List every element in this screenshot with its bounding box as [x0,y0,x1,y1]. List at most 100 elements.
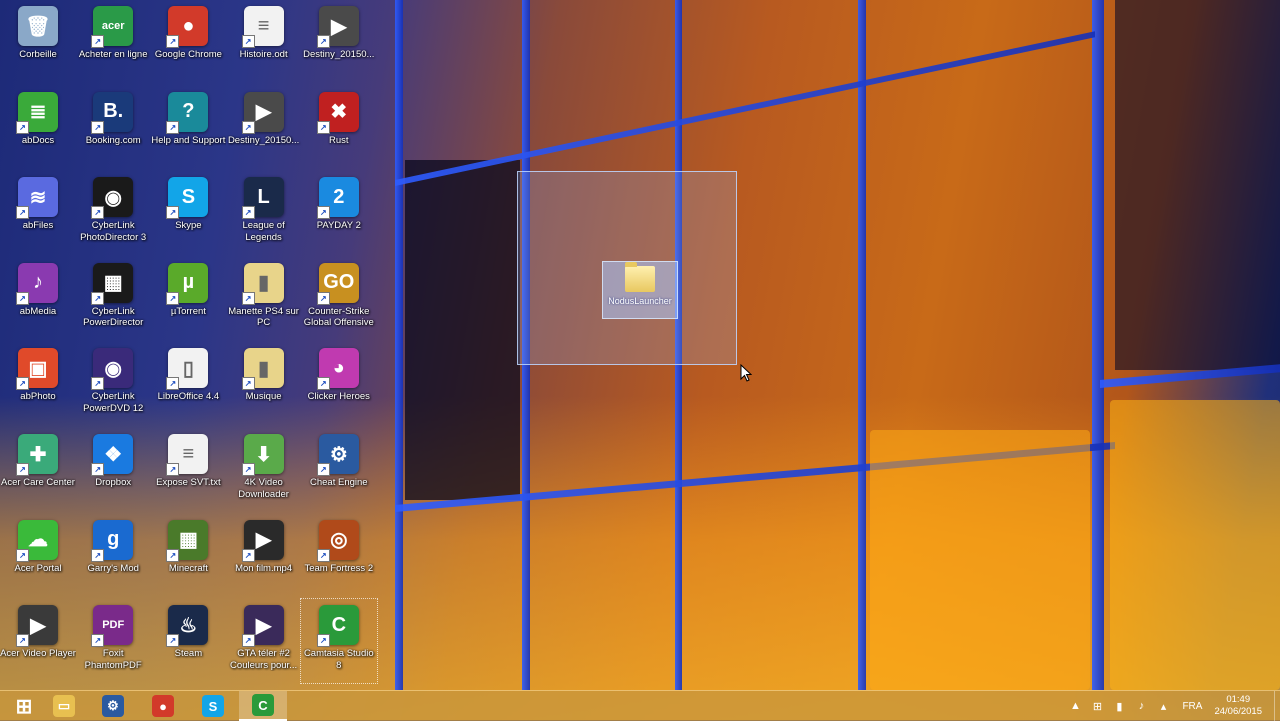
desktop-icon[interactable]: ✚ ↗ Acer Care Center [0,428,76,512]
show-desktop-button[interactable] [1274,691,1280,721]
desktop-icon[interactable]: µ ↗ µTorrent [150,257,226,341]
desktop-icon[interactable]: ♨ ↗ Steam [150,599,226,683]
desktop-icon-label: Minecraft [168,562,208,574]
desktop-icon[interactable]: 🗑 Corbeille [0,0,76,84]
desktop-icon[interactable]: ⚙ ↗ Cheat Engine [301,428,377,512]
shortcut-arrow-icon: ↗ [241,377,255,391]
desktop-icon[interactable]: ◕ ↗ Clicker Heroes [301,342,377,426]
desktop-icon-label: Destiny_20150... [227,134,300,146]
shortcut-arrow-icon: ↗ [241,463,255,476]
taskbar-camtasia[interactable]: C [239,691,287,721]
desktop-icon-label: CyberLink PhotoDirector 3 [80,220,147,243]
clock[interactable]: 01:49 24/06/2015 [1214,694,1262,718]
desktop-icon[interactable]: ▶ ↗ GTA téler #2 Couleurs pour... [226,599,302,683]
desktop-icon[interactable]: B. ↗ Booking.com [75,86,151,170]
chevron-up-icon[interactable]: ▲ [1067,698,1083,714]
taskbar-file-explorer[interactable]: ▭ [40,691,88,721]
taskbar-chrome[interactable]: ● [139,691,187,721]
desktop-icon[interactable]: g ↗ Garry's Mod [75,514,151,598]
shortcut-arrow-icon: ↗ [91,548,105,562]
desktop-icon[interactable]: ☁ ↗ Acer Portal [0,514,76,598]
csgo-icon: GO ↗ [316,262,359,305]
desktop-icon[interactable]: ≋ ↗ abFiles [0,171,76,255]
desktop-icon[interactable]: ▶ ↗ Mon film.mp4 [226,514,302,598]
desktop-icon[interactable]: ▶ ↗ Destiny_20150... [226,86,302,170]
desktop-icon-label: Clicker Heroes [307,391,370,403]
shortcut-arrow-icon: ↗ [316,120,330,134]
shortcut-arrow-icon: ↗ [16,634,29,648]
desktop-icon[interactable]: ▮ ↗ Musique [226,342,302,426]
desktop-icon[interactable]: ≡ ↗ Histoire.odt [226,0,302,84]
windows-flag-icon[interactable]: ⊞ [1089,698,1105,714]
shortcut-arrow-icon: ↗ [316,377,330,391]
league-of-legends-icon: L ↗ [241,177,284,220]
dragged-item-noduslauncher[interactable]: NodusLauncher [602,261,678,319]
libreoffice-icon: ▯ ↗ [166,348,209,391]
desktop-icon[interactable]: ? ↗ Help and Support [150,86,226,170]
desktop-icon[interactable]: ◉ ↗ CyberLink PhotoDirector 3 [75,171,151,255]
shortcut-arrow-icon: ↗ [91,35,105,48]
desktop-icon[interactable]: ≣ ↗ abDocs [0,86,76,170]
desktop-icon-label: 4K Video Downloader [238,477,289,500]
desktop-icon[interactable]: ♪ ↗ abMedia [0,257,76,341]
taskbar-cheat-engine[interactable]: ⚙ [89,691,137,721]
abmedia-icon: ♪ ↗ [16,262,58,305]
shortcut-arrow-icon: ↗ [316,35,330,48]
desktop-icon[interactable]: ≡ ↗ Expose SVT.txt [150,428,226,512]
desktop-icon-label: Cheat Engine [310,477,368,488]
minecraft-icon: ▦ ↗ [166,519,209,562]
desktop-icon[interactable]: C ↗ Camtasia Studio 8 [299,598,378,685]
video-file-icon: ▶ ↗ [241,605,284,648]
skype-icon: S ↗ [166,177,209,220]
shortcut-arrow-icon: ↗ [166,35,180,48]
desktop-icon[interactable]: ⬇ ↗ 4K Video Downloader [226,428,302,512]
shortcut-arrow-icon: ↗ [91,206,105,220]
desktop-icon[interactable]: S ↗ Skype [150,171,226,255]
desktop-icon[interactable]: ◎ ↗ Team Fortress 2 [301,514,377,598]
desktop-icon[interactable]: ▮ ↗ Manette PS4 sur PC [226,257,302,341]
shortcut-arrow-icon: ↗ [16,463,29,476]
desktop-icon-label: µTorrent [170,305,206,317]
cheat-engine-icon: ⚙ [102,695,124,717]
video-file-icon: ▶ ↗ [241,91,284,134]
desktop-icon[interactable]: ▦ ↗ CyberLink PowerDirector [75,257,151,341]
desktop-icon[interactable]: acer ↗ Acheter en ligne [75,0,151,84]
powerdvd-icon: ◉ ↗ [91,348,134,391]
desktop-icon[interactable]: ▶ ↗ Acer Video Player [0,599,76,683]
acer-care-icon: ✚ ↗ [16,434,58,476]
folder-icon: ▮ ↗ [241,262,284,305]
desktop-icon[interactable]: PDF ↗ Foxit PhantomPDF [75,599,151,683]
shortcut-arrow-icon: ↗ [316,291,330,305]
desktop-icon[interactable]: L ↗ League of Legends [226,171,302,255]
garrys-mod-icon: g ↗ [91,519,134,562]
shortcut-arrow-icon: ↗ [241,120,255,134]
signal-icon[interactable]: ▴ [1155,698,1171,714]
desktop-icon-label: Expose SVT.txt [156,477,221,488]
input-language[interactable]: FRA [1182,701,1202,712]
volume-icon[interactable]: ♪ [1133,698,1149,714]
shortcut-arrow-icon: ↗ [316,548,330,562]
desktop-icon[interactable]: 2 ↗ PAYDAY 2 [301,171,377,255]
taskbar: ⊞ ▭ ⚙ ● S C ▲ ⊞ ▮ ♪ ▴ FRA 01:49 24/06/2015 [0,690,1280,721]
desktop-icon[interactable]: ▦ ↗ Minecraft [150,514,226,598]
4k-downloader-icon: ⬇ ↗ [241,434,284,476]
desktop-icon[interactable]: ● ↗ Google Chrome [150,0,226,84]
desktop-icon-label: Dropbox [95,477,132,488]
file-explorer-icon: ▭ [53,695,75,717]
desktop-icon-label: Corbeille [19,49,57,60]
desktop-icon[interactable]: GO ↗ Counter-Strike Global Offensive [301,257,377,341]
desktop-icon[interactable]: ❖ ↗ Dropbox [75,428,151,512]
tf2-icon: ◎ ↗ [316,519,359,562]
shopping-bag-icon: acer ↗ [91,6,134,48]
network-icon[interactable]: ▮ [1111,698,1127,714]
desktop-icon[interactable]: ✖ ↗ Rust [301,86,377,170]
desktop-icon[interactable]: ▯ ↗ LibreOffice 4.4 [150,342,226,426]
taskbar-skype[interactable]: S [189,691,237,721]
shortcut-arrow-icon: ↗ [316,463,330,476]
desktop-icon[interactable]: ▣ ↗ abPhoto [0,342,76,426]
desktop-icon-label: Garry's Mod [87,562,139,574]
acer-video-player-icon: ▶ ↗ [16,605,58,648]
desktop-icon-label: Acer Portal [14,562,62,574]
desktop-icon[interactable]: ▶ ↗ Destiny_20150... [301,0,377,84]
desktop-icon[interactable]: ◉ ↗ CyberLink PowerDVD 12 [75,342,151,426]
